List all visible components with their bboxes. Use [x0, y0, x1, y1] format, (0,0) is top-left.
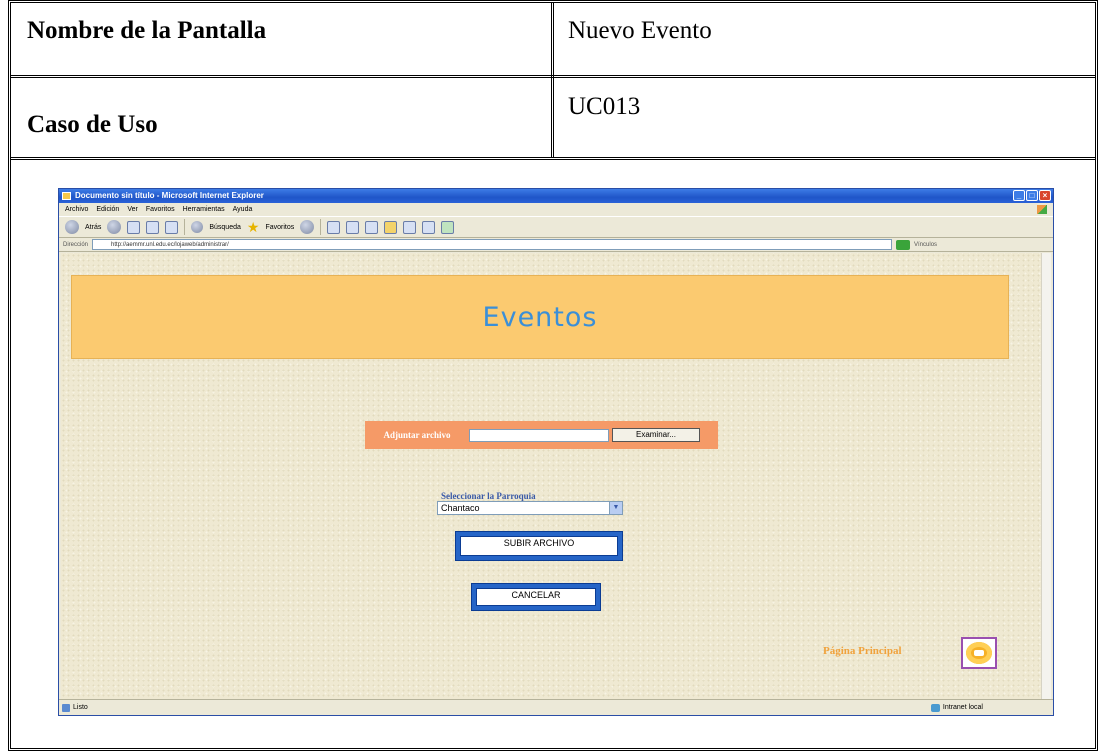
parish-select[interactable]: Chantaco ▼ — [437, 501, 623, 515]
chevron-down-icon[interactable]: ▼ — [609, 502, 622, 514]
menu-edicion[interactable]: Edición — [96, 203, 119, 216]
minimize-icon[interactable]: _ — [1013, 190, 1025, 201]
page-status-icon — [62, 704, 70, 712]
parish-selected-value: Chantaco — [441, 503, 480, 513]
intranet-icon — [930, 704, 940, 712]
print-icon[interactable] — [346, 220, 360, 234]
folder-icon[interactable] — [384, 220, 398, 234]
maximize-icon[interactable]: □ — [1026, 190, 1038, 201]
menu-herramientas[interactable]: Herramientas — [183, 203, 225, 216]
links-label[interactable]: Vínculos — [914, 242, 937, 248]
browse-button[interactable]: Examinar... — [612, 428, 700, 442]
screen-name-value: Nuevo Evento — [568, 17, 712, 44]
header-banner: Eventos — [71, 275, 1009, 359]
menu-favoritos[interactable]: Favoritos — [146, 203, 175, 216]
menu-bar: Archivo Edición Ver Favoritos Herramient… — [59, 203, 1053, 216]
file-path-input[interactable] — [469, 428, 609, 442]
cancel-button-label: CANCELAR — [476, 588, 596, 606]
status-text: Listo — [73, 704, 88, 711]
parish-label: Seleccionar la Parroquia — [441, 491, 536, 501]
main-page-link[interactable]: Página Principal — [823, 645, 902, 657]
attach-file-label: Adjuntar archivo — [383, 429, 451, 440]
menu-ayuda[interactable]: Ayuda — [233, 203, 253, 216]
address-label: Dirección — [63, 241, 89, 248]
status-bar: Listo Intranet local — [59, 699, 1053, 715]
favorites-star-icon[interactable]: ★ — [247, 220, 260, 234]
upload-file-button-label: SUBIR ARCHIVO — [460, 536, 618, 556]
window-controls: _ □ × — [1013, 190, 1051, 201]
page-content: Eventos Adjuntar archivo Examinar... Sel… — [61, 253, 1043, 699]
edit-icon[interactable] — [365, 220, 379, 234]
refresh-icon[interactable] — [146, 220, 160, 234]
toolbar-separator — [184, 219, 186, 235]
favorites-label[interactable]: Favoritos — [265, 224, 294, 231]
search-label[interactable]: Búsqueda — [209, 224, 241, 231]
address-input[interactable]: http://aemmr.unl.edu.ec/lojaweb/administ… — [92, 239, 893, 250]
menu-archivo[interactable]: Archivo — [65, 203, 88, 216]
back-icon[interactable] — [65, 220, 79, 234]
browser-window: Documento sin título - Microsoft Interne… — [58, 188, 1054, 716]
page-title: Eventos — [482, 301, 598, 333]
back-label[interactable]: Atrás — [85, 224, 101, 231]
menu-ver[interactable]: Ver — [127, 203, 138, 216]
messenger-icon[interactable] — [403, 220, 417, 234]
use-case-value: UC013 — [568, 93, 641, 120]
browser-title-bar: Documento sin título - Microsoft Interne… — [59, 189, 1053, 203]
ie-icon — [62, 192, 71, 200]
screen-name-label: Nombre de la Pantalla — [27, 17, 267, 44]
use-case-label: Caso de Uso — [27, 111, 158, 138]
upload-file-button[interactable]: SUBIR ARCHIVO — [455, 531, 623, 561]
close-icon[interactable]: × — [1039, 190, 1051, 201]
media-icon[interactable] — [441, 220, 455, 234]
browser-toolbar: Atrás Búsqueda ★ Favoritos — [59, 216, 1053, 238]
forward-icon[interactable] — [107, 220, 122, 234]
table-column-divider — [551, 3, 554, 158]
go-icon[interactable] — [896, 239, 911, 250]
address-bar: Dirección http://aemmr.unl.edu.ec/lojawe… — [59, 238, 1053, 252]
research-icon[interactable] — [422, 220, 436, 234]
history-icon[interactable] — [300, 220, 315, 234]
vertical-scrollbar[interactable] — [1041, 253, 1051, 699]
main-page-icon[interactable] — [961, 637, 997, 669]
attach-file-row: Adjuntar archivo Examinar... — [365, 421, 718, 449]
home-icon[interactable] — [165, 220, 179, 234]
toolbar-separator — [320, 219, 322, 235]
security-zone: Intranet local — [930, 700, 983, 716]
zone-text: Intranet local — [942, 704, 983, 711]
stop-icon[interactable] — [127, 220, 141, 234]
windows-flag-icon — [1037, 205, 1047, 214]
cancel-button[interactable]: CANCELAR — [471, 583, 601, 611]
browser-title: Documento sin título - Microsoft Interne… — [75, 191, 264, 200]
search-icon[interactable] — [191, 221, 204, 233]
mail-icon[interactable] — [327, 220, 341, 234]
home-ring-icon — [966, 642, 992, 664]
